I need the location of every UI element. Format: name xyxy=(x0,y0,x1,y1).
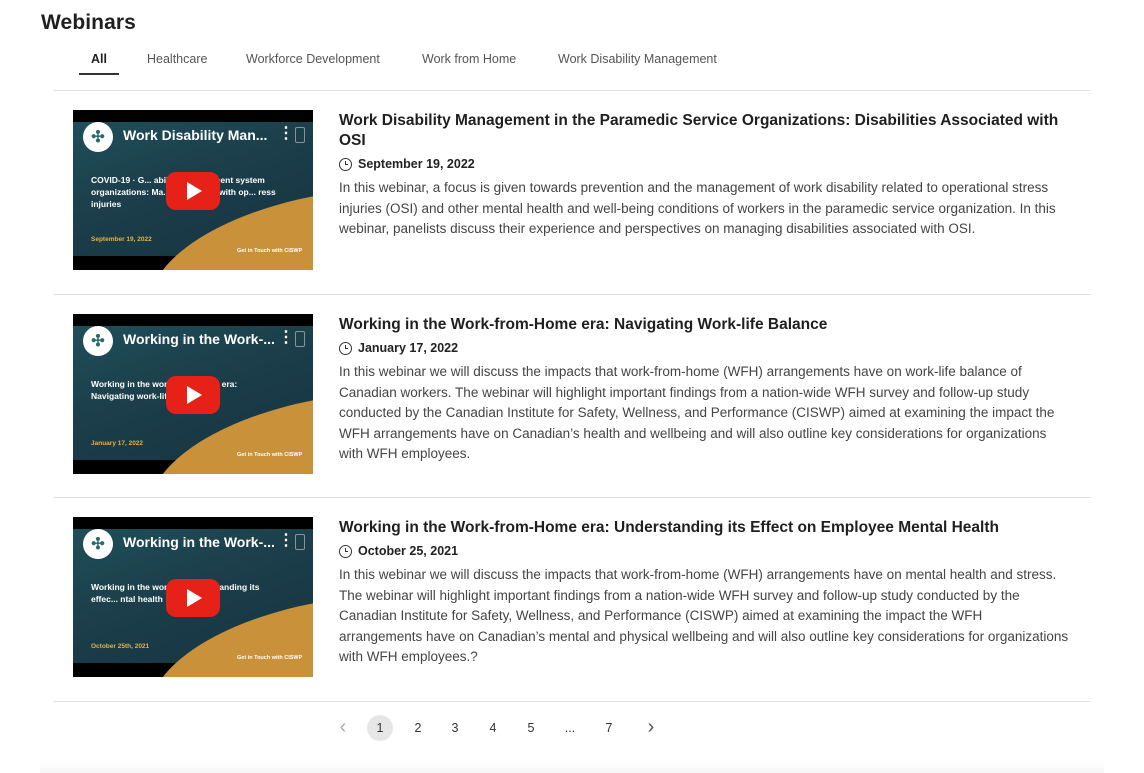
webinar-title[interactable]: Work Disability Management in the Parame… xyxy=(339,111,1069,151)
video-thumbnail[interactable]: Working in the work-f... Understanding i… xyxy=(73,517,313,677)
slide-cta: Get in Touch with CISWP xyxy=(237,248,303,254)
video-thumbnail[interactable]: Working in the work-from-home era: Navig… xyxy=(73,314,313,474)
page-5-button[interactable]: 5 xyxy=(518,715,544,741)
previous-page-button[interactable]: ‹ xyxy=(330,715,356,741)
date-text: September 19, 2022 xyxy=(358,157,475,171)
webinar-item: Working in the work-from-home era: Navig… xyxy=(73,314,1073,484)
watermark-icon xyxy=(295,127,305,143)
tab-all[interactable]: All xyxy=(79,52,119,75)
webinar-description: In this webinar we will discuss the impa… xyxy=(339,364,1055,461)
slide-swoosh xyxy=(137,396,313,474)
video-thumbnail[interactable]: COVID-19 · G... ability management syste… xyxy=(73,110,313,270)
webinar-date: September 19, 2022 xyxy=(339,157,475,171)
channel-logo-icon: ✣ xyxy=(83,326,113,356)
page-1-button[interactable]: 1 xyxy=(367,715,393,741)
webinar-item: COVID-19 · G... ability management syste… xyxy=(73,110,1073,280)
next-page-button[interactable]: › xyxy=(638,715,664,741)
tab-work-disability-management[interactable]: Work Disability Management xyxy=(558,52,717,73)
date-text: January 17, 2022 xyxy=(358,341,459,355)
webinar-date: January 17, 2022 xyxy=(339,341,458,355)
tab-workforce-development[interactable]: Workforce Development xyxy=(246,52,380,73)
webinar-date: October 25, 2021 xyxy=(339,544,458,558)
play-button[interactable] xyxy=(166,172,220,210)
divider xyxy=(54,701,1091,702)
footer-shadow xyxy=(40,760,1104,773)
clock-icon xyxy=(339,157,352,171)
page-2-button[interactable]: 2 xyxy=(405,715,431,741)
divider xyxy=(54,497,1091,498)
play-button[interactable] xyxy=(166,579,220,617)
video-title: Work Disability Man... xyxy=(123,127,268,143)
page-7-button[interactable]: 7 xyxy=(596,715,622,741)
date-text: October 25, 2021 xyxy=(358,544,459,558)
webinar-item: Working in the work-f... Understanding i… xyxy=(73,517,1073,687)
page-title: Webinars xyxy=(41,11,136,34)
channel-logo-icon: ✣ xyxy=(83,122,113,152)
webinar-title[interactable]: Working in the Work-from-Home era: Navig… xyxy=(339,315,1069,335)
video-title: Working in the Work-... xyxy=(123,534,275,550)
more-options-icon[interactable]: ⋮ xyxy=(278,330,294,346)
clock-icon xyxy=(339,341,352,355)
slide-cta: Get in Touch with CISWP xyxy=(237,655,303,661)
divider xyxy=(54,294,1091,295)
channel-logo-icon: ✣ xyxy=(83,529,113,559)
play-button[interactable] xyxy=(166,376,220,414)
slide-cta: Get in Touch with CISWP xyxy=(237,452,303,458)
clock-icon xyxy=(339,544,352,558)
webinar-description: In this webinar we will discuss the impa… xyxy=(339,567,1069,664)
watermark-icon xyxy=(295,534,305,550)
pagination-ellipsis: ... xyxy=(564,721,576,735)
slide-date: September 19, 2022 xyxy=(91,236,152,243)
slide-date: October 25th, 2021 xyxy=(91,643,150,650)
more-options-icon[interactable]: ⋮ xyxy=(278,533,294,549)
watermark-icon xyxy=(295,331,305,347)
tab-work-from-home[interactable]: Work from Home xyxy=(422,52,516,73)
tab-healthcare[interactable]: Healthcare xyxy=(147,52,207,73)
slide-swoosh xyxy=(137,599,313,677)
page-4-button[interactable]: 4 xyxy=(480,715,506,741)
webinar-title[interactable]: Working in the Work-from-Home era: Under… xyxy=(339,518,1069,538)
video-title: Working in the Work-... xyxy=(123,331,275,347)
divider xyxy=(54,90,1091,91)
webinar-description: In this webinar, a focus is given toward… xyxy=(339,180,1056,236)
more-options-icon[interactable]: ⋮ xyxy=(278,126,294,142)
page-3-button[interactable]: 3 xyxy=(442,715,468,741)
slide-date: January 17, 2022 xyxy=(91,440,144,447)
